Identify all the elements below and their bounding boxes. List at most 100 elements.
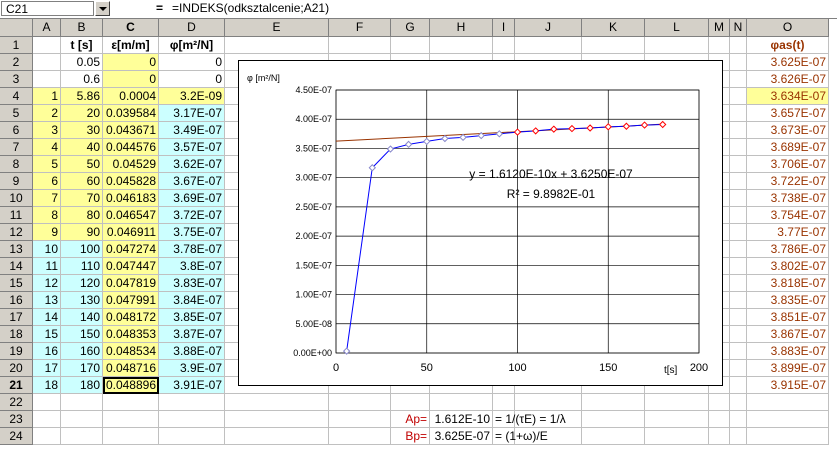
cell-b4[interactable]: 5.86 (61, 88, 103, 105)
cell-d11[interactable]: 3.72E-07 (159, 207, 225, 224)
cell-o7[interactable]: 3.689E-07 (747, 139, 829, 156)
cell-b6[interactable]: 30 (61, 122, 103, 139)
cell-d1[interactable]: φ[m²/N] (159, 37, 225, 54)
cell-c16[interactable]: 0.047991 (103, 292, 159, 309)
row-header-24[interactable]: 24 (0, 428, 33, 445)
cell-d22[interactable] (159, 394, 225, 411)
column-header-l[interactable]: L (645, 19, 709, 37)
cell-d7[interactable]: 3.57E-07 (159, 139, 225, 156)
cell-c6[interactable]: 0.043671 (103, 122, 159, 139)
cell-g24[interactable]: Bp= (391, 428, 430, 445)
row-header-2[interactable]: 2 (0, 54, 33, 71)
cell-k24[interactable] (582, 428, 645, 445)
cell-c21[interactable]: 0.048896 (103, 377, 159, 394)
cell-g22[interactable] (391, 394, 430, 411)
cell-n3[interactable] (730, 71, 747, 88)
cell-e1[interactable] (225, 37, 329, 54)
cell-o3[interactable]: 3.626E-07 (747, 71, 829, 88)
cell-b23[interactable] (61, 411, 103, 428)
column-header-h[interactable]: H (430, 19, 493, 37)
cell-a16[interactable]: 13 (33, 292, 61, 309)
cell-n6[interactable] (730, 122, 747, 139)
cell-a1[interactable] (33, 37, 61, 54)
row-header-13[interactable]: 13 (0, 241, 33, 258)
cell-a5[interactable]: 2 (33, 105, 61, 122)
cell-o2[interactable]: 3.625E-07 (747, 54, 829, 71)
cell-b22[interactable] (61, 394, 103, 411)
cell-b14[interactable]: 110 (61, 258, 103, 275)
cell-c11[interactable]: 0.046547 (103, 207, 159, 224)
column-header-n[interactable]: N (730, 19, 747, 37)
cell-a7[interactable]: 4 (33, 139, 61, 156)
cell-o17[interactable]: 3.851E-07 (747, 309, 829, 326)
cell-m1[interactable] (709, 37, 730, 54)
cell-i22[interactable] (493, 394, 515, 411)
cell-l22[interactable] (645, 394, 709, 411)
cell-o5[interactable]: 3.657E-07 (747, 105, 829, 122)
name-box-dropdown-button[interactable] (95, 1, 110, 16)
cell-i1[interactable] (493, 37, 515, 54)
cell-o19[interactable]: 3.883E-07 (747, 343, 829, 360)
cell-n8[interactable] (730, 156, 747, 173)
cell-o11[interactable]: 3.754E-07 (747, 207, 829, 224)
cell-b1[interactable]: t [s] (61, 37, 103, 54)
cell-k1[interactable] (582, 37, 645, 54)
column-header-o[interactable]: O (747, 19, 829, 37)
column-header-b[interactable]: B (61, 19, 103, 37)
cell-c7[interactable]: 0.044576 (103, 139, 159, 156)
cell-a8[interactable]: 5 (33, 156, 61, 173)
cell-n2[interactable] (730, 54, 747, 71)
cell-b12[interactable]: 90 (61, 224, 103, 241)
cell-n5[interactable] (730, 105, 747, 122)
column-header-a[interactable]: A (33, 19, 61, 37)
cell-d15[interactable]: 3.83E-07 (159, 275, 225, 292)
cell-d4[interactable]: 3.2E-09 (159, 88, 225, 105)
cell-a10[interactable]: 7 (33, 190, 61, 207)
cell-o24[interactable] (747, 428, 829, 445)
cell-c23[interactable] (103, 411, 159, 428)
cell-n11[interactable] (730, 207, 747, 224)
chart-area[interactable]: 0.00E+00 5.00E-08 1.00E-07 1.50E-07 2.00E-07… (238, 60, 723, 386)
cell-o1[interactable]: φas(t) (747, 37, 829, 54)
cell-m23[interactable] (709, 411, 730, 428)
cell-n4[interactable] (730, 88, 747, 105)
cell-c4[interactable]: 0.0004 (103, 88, 159, 105)
cell-o14[interactable]: 3.802E-07 (747, 258, 829, 275)
row-header-22[interactable]: 22 (0, 394, 33, 411)
cell-o22[interactable] (747, 394, 829, 411)
select-all-corner[interactable] (0, 19, 33, 37)
cell-n18[interactable] (730, 326, 747, 343)
cell-e22[interactable] (225, 394, 329, 411)
cell-d2[interactable]: 0 (159, 54, 225, 71)
cell-o20[interactable]: 3.899E-07 (747, 360, 829, 377)
cell-f22[interactable] (329, 394, 391, 411)
cell-b8[interactable]: 50 (61, 156, 103, 173)
cell-d3[interactable]: 0 (159, 71, 225, 88)
cell-a14[interactable]: 11 (33, 258, 61, 275)
cell-n7[interactable] (730, 139, 747, 156)
cell-n9[interactable] (730, 173, 747, 190)
cell-l24[interactable] (645, 428, 709, 445)
cell-d19[interactable]: 3.88E-07 (159, 343, 225, 360)
cell-c10[interactable]: 0.046183 (103, 190, 159, 207)
cell-j24[interactable] (515, 428, 582, 445)
cell-n24[interactable] (730, 428, 747, 445)
cell-o8[interactable]: 3.706E-07 (747, 156, 829, 173)
cell-b18[interactable]: 150 (61, 326, 103, 343)
cell-a13[interactable]: 10 (33, 241, 61, 258)
cell-n12[interactable] (730, 224, 747, 241)
cell-c9[interactable]: 0.045828 (103, 173, 159, 190)
cell-b3[interactable]: 0.6 (61, 71, 103, 88)
column-header-f[interactable]: F (329, 19, 391, 37)
cell-l1[interactable] (645, 37, 709, 54)
cell-k22[interactable] (582, 394, 645, 411)
cell-b5[interactable]: 20 (61, 105, 103, 122)
row-header-9[interactable]: 9 (0, 173, 33, 190)
column-header-g[interactable]: G (391, 19, 430, 37)
cell-a24[interactable] (33, 428, 61, 445)
cell-o9[interactable]: 3.722E-07 (747, 173, 829, 190)
cell-c2[interactable]: 0 (103, 54, 159, 71)
cell-a9[interactable]: 6 (33, 173, 61, 190)
row-header-3[interactable]: 3 (0, 71, 33, 88)
cell-n10[interactable] (730, 190, 747, 207)
